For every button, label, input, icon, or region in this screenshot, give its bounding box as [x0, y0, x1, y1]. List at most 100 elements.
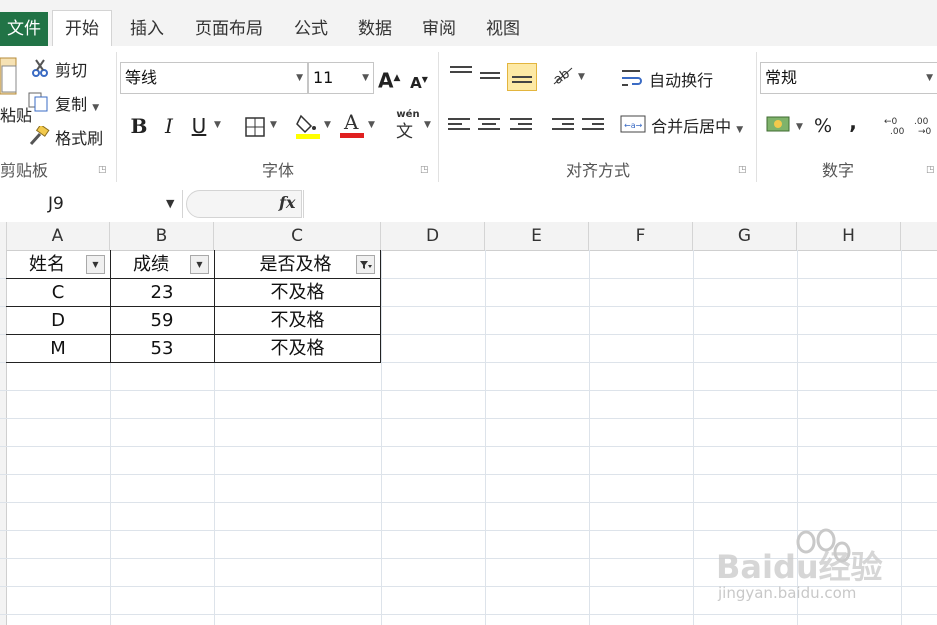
increase-decimal-button[interactable]: ←0.00 [884, 114, 910, 140]
accounting-format-button[interactable] [766, 114, 794, 140]
group-divider [116, 52, 117, 182]
font-size-select[interactable]: 11 ▼ [308, 62, 374, 94]
table-cell[interactable]: M [6, 335, 110, 363]
borders-dropdown-icon[interactable]: ▼ [270, 120, 277, 130]
font-name-select[interactable]: 等线 ▼ [120, 62, 308, 94]
align-left-button[interactable] [448, 118, 470, 136]
font-size-value: 11 [313, 68, 334, 87]
font-launcher-icon[interactable]: ◳ [420, 165, 430, 175]
number-format-value: 常规 [765, 68, 798, 87]
column-header-d[interactable]: D [381, 222, 485, 250]
underline-dropdown-icon[interactable]: ▼ [214, 120, 221, 130]
italic-button[interactable]: I [158, 112, 180, 140]
number-format-select[interactable]: 常规 ▼ [760, 62, 937, 94]
cut-label: 剪切 [55, 61, 88, 80]
decrease-indent-button[interactable] [552, 118, 574, 136]
copy-button[interactable]: 复制 ▼ [28, 92, 99, 120]
grow-font-label: A [378, 68, 394, 93]
grid-line [0, 614, 937, 615]
scissors-icon [30, 58, 50, 85]
alignment-group-label: 对齐方式 [565, 161, 630, 180]
orientation-dropdown-icon[interactable]: ▼ [578, 72, 585, 82]
increase-indent-button[interactable] [582, 118, 604, 136]
name-box[interactable]: J9 ▼ [0, 190, 183, 218]
table-cell[interactable]: 不及格 [214, 335, 381, 363]
accounting-dropdown-icon[interactable]: ▼ [796, 122, 803, 132]
tab-data[interactable]: 数据 [346, 12, 404, 46]
column-header-c[interactable]: C [214, 222, 381, 250]
chevron-down-icon: ▼ [926, 73, 933, 83]
cut-button[interactable]: 剪切 [30, 58, 87, 85]
table-cell[interactable]: 53 [110, 335, 214, 363]
tab-page-layout[interactable]: 页面布局 [184, 12, 274, 46]
table-cell[interactable]: 不及格 [214, 307, 381, 335]
formula-buttons: fx [186, 190, 302, 218]
tab-file[interactable]: 文件 [0, 12, 48, 46]
chevron-down-icon: ▼ [362, 73, 369, 83]
decrease-decimal-button[interactable]: .00 →0 [914, 114, 937, 140]
paste-icon [0, 57, 17, 95]
fill-color-button[interactable] [296, 112, 322, 144]
name-box-value: J9 [48, 194, 64, 214]
tab-home[interactable]: 开始 [52, 10, 112, 47]
fill-color-dropdown-icon[interactable]: ▼ [324, 120, 331, 130]
align-right-button[interactable] [510, 118, 532, 136]
font-color-dropdown-icon[interactable]: ▼ [368, 120, 375, 130]
svg-text:←0: ←0 [884, 117, 898, 127]
tab-insert[interactable]: 插入 [118, 12, 176, 46]
font-name-value: 等线 [125, 68, 158, 87]
tab-review[interactable]: 审阅 [410, 12, 468, 46]
tab-formulas[interactable]: 公式 [282, 12, 340, 46]
table-cell[interactable]: 不及格 [214, 279, 381, 307]
table-cell[interactable]: 59 [110, 307, 214, 335]
column-header-f[interactable]: F [589, 222, 693, 250]
copy-label: 复制 [55, 95, 88, 114]
format-painter-button[interactable]: 格式刷 [28, 123, 104, 153]
bold-button[interactable]: B [128, 112, 150, 140]
filter-active-icon[interactable] [356, 255, 375, 274]
align-middle-button[interactable] [480, 72, 502, 90]
borders-icon [245, 117, 265, 137]
filter-dropdown-icon[interactable]: ▼ [86, 255, 105, 274]
svg-text:→0: →0 [918, 127, 932, 136]
grid-line [0, 418, 937, 419]
svg-text:A: A [343, 110, 359, 134]
column-header-a[interactable]: A [6, 222, 110, 250]
shrink-arrow-icon: ▼ [421, 75, 428, 84]
insert-function-button[interactable]: fx [279, 193, 295, 212]
copy-dropdown-icon[interactable]: ▼ [92, 103, 99, 113]
column-header-e[interactable]: E [485, 222, 589, 250]
font-color-button[interactable]: A [340, 110, 366, 144]
table-cell[interactable]: 23 [110, 279, 214, 307]
orientation-button[interactable]: ab [550, 62, 578, 92]
column-header-h[interactable]: H [797, 222, 901, 250]
filter-dropdown-icon[interactable]: ▼ [190, 255, 209, 274]
tab-view[interactable]: 视图 [474, 12, 532, 46]
phonetic-dropdown-icon[interactable]: ▼ [424, 120, 431, 130]
column-header-g[interactable]: G [693, 222, 797, 250]
percent-style-button[interactable]: % [812, 112, 834, 140]
borders-button[interactable] [244, 116, 266, 142]
shrink-font-button[interactable]: A▼ [408, 66, 430, 97]
formula-input[interactable] [303, 190, 937, 218]
table-cell[interactable]: C [6, 279, 110, 307]
paste-button[interactable] [0, 54, 18, 98]
name-box-dropdown-icon[interactable]: ▼ [166, 190, 174, 218]
clipboard-launcher-icon[interactable]: ◳ [98, 165, 108, 175]
align-center-button[interactable] [478, 118, 500, 136]
merge-dropdown-icon[interactable]: ▼ [736, 125, 743, 135]
align-bottom-button[interactable] [507, 63, 537, 91]
format-painter-label: 格式刷 [55, 129, 104, 148]
alignment-launcher-icon[interactable]: ◳ [738, 165, 748, 175]
wrap-text-button[interactable]: 自动换行 [620, 68, 713, 95]
table-cell[interactable]: D [6, 307, 110, 335]
number-launcher-icon[interactable]: ◳ [926, 165, 936, 175]
comma-style-button[interactable]: , [842, 108, 864, 136]
merge-center-button[interactable]: ←a→ 合并后居中 ▼ [620, 114, 743, 142]
align-top-button[interactable] [450, 66, 472, 84]
phonetic-guide-button[interactable]: wén 文 [392, 110, 424, 143]
grow-font-button[interactable]: A▲ [378, 64, 400, 95]
grid-line [0, 474, 937, 475]
column-header-b[interactable]: B [110, 222, 214, 250]
underline-button[interactable]: U [188, 112, 210, 140]
